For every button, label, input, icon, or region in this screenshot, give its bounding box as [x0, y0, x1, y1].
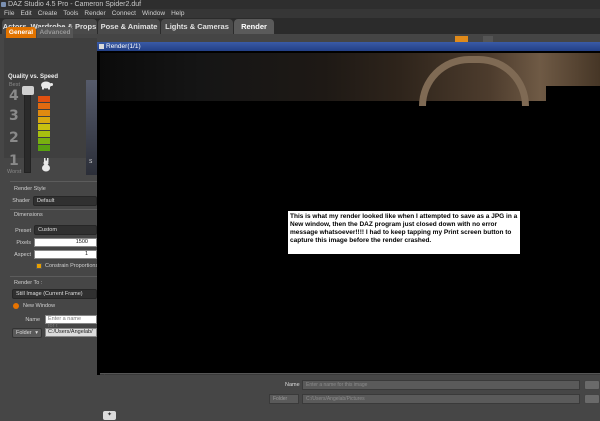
render-style-label: Render Style: [14, 186, 46, 192]
meter-segment: [38, 124, 50, 130]
quality-level-2: 2: [9, 130, 19, 146]
meter-segment: [38, 110, 50, 116]
name-label: Name: [25, 317, 40, 323]
folder-action-button[interactable]: [584, 394, 600, 404]
chevron-down-icon: ▾: [35, 330, 38, 336]
folder-button-label: Folder: [16, 330, 32, 336]
divider: [10, 209, 97, 210]
image-name-input[interactable]: Enter a name for t: [45, 315, 97, 329]
meter-segment: [38, 117, 50, 123]
tab-advanced[interactable]: Advanced: [37, 27, 73, 38]
meter-segment: [38, 138, 50, 144]
menu-window[interactable]: Window: [142, 9, 165, 18]
quality-level-3: 3: [9, 108, 19, 124]
aspect-label: Aspect: [14, 252, 31, 258]
pixels-label: Pixels: [16, 240, 31, 246]
render-icon[interactable]: ✦: [103, 411, 116, 420]
divider: [10, 276, 97, 277]
shader-select[interactable]: Default: [33, 196, 97, 206]
folder-path-field[interactable]: C:/Users/Angelab/: [45, 328, 97, 337]
unrendered-block: [546, 86, 600, 101]
menu-help[interactable]: Help: [171, 9, 184, 18]
aspect-input[interactable]: 1: [34, 250, 97, 259]
rabbit-icon: [40, 158, 52, 175]
render-window: Render(1/1) This is what my render looke…: [97, 42, 600, 421]
quality-slider-track[interactable]: [24, 88, 31, 173]
meter-segment: [38, 145, 50, 151]
preview-thumbnail: S: [86, 80, 97, 175]
annotation-note: This is what my render looked like when …: [288, 211, 520, 254]
tab-lights-cameras[interactable]: Lights & Cameras: [161, 19, 233, 34]
bottom-name-label: Name: [285, 382, 300, 388]
pixels-input[interactable]: 1500: [34, 238, 97, 247]
meter-segment: [38, 131, 50, 137]
new-window-radio[interactable]: [13, 303, 19, 309]
tab-render[interactable]: Render: [234, 19, 274, 34]
quality-slider-handle[interactable]: [22, 86, 34, 95]
dimensions-label: Dimensions: [14, 212, 43, 218]
menu-create[interactable]: Create: [38, 9, 58, 18]
menu-bar: File Edit Create Tools Render Connect Wi…: [0, 9, 600, 18]
quality-level-4: 4: [9, 88, 19, 104]
name-action-button[interactable]: [584, 380, 600, 390]
preset-select[interactable]: Custom: [34, 225, 97, 235]
constrain-proportions-checkbox[interactable]: [36, 263, 42, 269]
bottom-folder-path-field[interactable]: C:/Users/Angelab/Pictures: [302, 394, 580, 404]
render-window-title: Render(1/1): [106, 43, 141, 50]
menu-file[interactable]: File: [4, 9, 14, 18]
meter-segment: [38, 103, 50, 109]
render-to-select[interactable]: Still Image (Current Frame): [12, 289, 97, 299]
render-window-title-bar: Render(1/1): [97, 42, 600, 51]
render-to-label: Render To :: [14, 280, 43, 286]
quality-meter: [38, 96, 50, 156]
menu-edit[interactable]: Edit: [20, 9, 31, 18]
menu-connect[interactable]: Connect: [112, 9, 136, 18]
preset-label: Preset: [15, 228, 31, 234]
app-title: DAZ Studio 4.5 Pro - Cameron Spider2.duf: [8, 1, 142, 8]
shader-label: Shader: [12, 198, 30, 204]
bottom-image-name-input[interactable]: Enter a name for this image: [302, 380, 580, 390]
app-icon: [1, 2, 6, 7]
folder-dropdown-button[interactable]: Folder ▾: [12, 328, 42, 338]
tab-general[interactable]: General: [6, 27, 36, 38]
daz-studio-window: DAZ Studio 4.5 Pro - Cameron Spider2.duf…: [0, 0, 600, 421]
new-window-label: New Window: [23, 303, 56, 309]
quality-level-1: 1: [9, 153, 19, 169]
divider: [10, 181, 97, 182]
menu-tools[interactable]: Tools: [63, 9, 78, 18]
tab-pose-animate[interactable]: Pose & Animate: [98, 19, 160, 34]
preview-label: S: [89, 159, 93, 165]
turtle-icon: [39, 80, 53, 93]
menu-render[interactable]: Render: [84, 9, 105, 18]
worst-label: Worst: [7, 169, 22, 175]
render-window-icon: [99, 44, 104, 49]
app-title-bar: DAZ Studio 4.5 Pro - Cameron Spider2.duf: [0, 0, 600, 9]
bottom-folder-button[interactable]: Folder: [269, 394, 299, 404]
workspace-tabs: Actors, Wardrobe & Props Pose & Animate …: [0, 18, 600, 34]
constrain-proportions-label: Constrain Proportions: [45, 263, 99, 269]
meter-segment: [38, 96, 50, 102]
render-save-controls: Name Enter a name for this image Folder …: [97, 375, 600, 421]
